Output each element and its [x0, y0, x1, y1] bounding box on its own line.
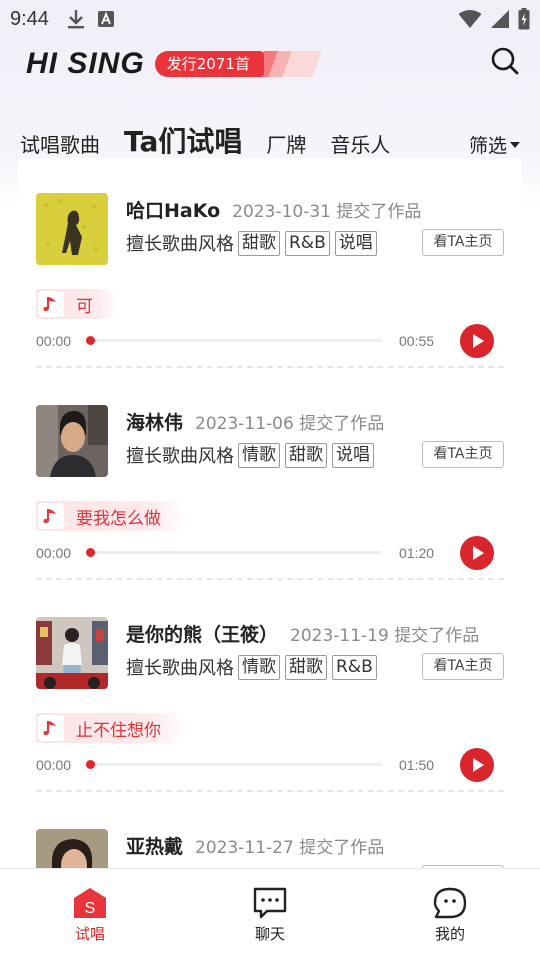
divider — [36, 790, 504, 792]
avatar[interactable] — [36, 405, 108, 477]
song-title: 可 — [76, 296, 93, 317]
time-current: 00:00 — [36, 333, 72, 349]
release-count-badge: 发行2071首 — [154, 51, 322, 77]
progress-slider[interactable] — [86, 336, 382, 345]
genre-row: 擅长歌曲风格 情歌 甜歌 说唱 — [126, 442, 379, 468]
user-name[interactable]: 是你的熊（王筱） 2023-11-19 提交了作品 — [126, 620, 479, 647]
nav-chat[interactable]: 聊天 — [180, 869, 360, 960]
time-total: 00:55 — [399, 333, 435, 349]
status-time: 9:44 — [10, 7, 49, 30]
filter-label: 筛选 — [468, 135, 507, 157]
genre-tag: 情歌 — [238, 442, 280, 468]
genre-tag: R&B — [285, 230, 330, 256]
genre-tag: 情歌 — [238, 654, 280, 680]
play-button[interactable] — [460, 324, 494, 358]
genre-tag: 说唱 — [332, 442, 374, 468]
nav-label: 聊天 — [254, 925, 285, 943]
music-note-icon — [38, 291, 64, 317]
play-button[interactable] — [460, 748, 494, 782]
progress-handle[interactable] — [86, 548, 95, 557]
search-button[interactable] — [490, 46, 520, 76]
genre-tag: R&B — [332, 654, 377, 680]
view-profile-button[interactable]: 看TA主页 — [422, 229, 504, 256]
song-chip[interactable]: 要我怎么做 — [36, 501, 187, 531]
genre-label: 擅长歌曲风格 — [126, 234, 234, 255]
time-total: 01:20 — [399, 545, 435, 561]
sing-s-icon: S — [74, 888, 106, 918]
top-tabs: 试唱歌曲 Ta们试唱 厂牌 音乐人 筛选 — [0, 118, 540, 166]
caret-down-icon — [510, 141, 520, 148]
genre-tag: 说唱 — [334, 230, 377, 256]
time-current: 00:00 — [36, 757, 72, 773]
submit-date: 2023-11-19 提交了作品 — [290, 626, 480, 646]
submit-date: 2023-10-31 提交了作品 — [232, 202, 422, 222]
avatar[interactable] — [36, 617, 108, 689]
view-profile-button[interactable]: 看TA主页 — [422, 653, 504, 680]
genre-label: 擅长歌曲风格 — [126, 658, 234, 679]
nav-label: 我的 — [434, 925, 465, 943]
song-chip[interactable]: 可 — [36, 289, 119, 319]
nav-mine[interactable]: 我的 — [360, 869, 540, 960]
app-notification-icon — [97, 11, 114, 27]
search-icon — [491, 47, 519, 75]
submission-card: 哈口HaKo 2023-10-31 提交了作品 擅长歌曲风格 甜歌 R&B 说唱 … — [18, 158, 522, 370]
release-count-label: 发行2071首 — [154, 51, 264, 77]
tab-they-sing[interactable]: Ta们试唱 — [124, 120, 243, 166]
song-title: 要我怎么做 — [76, 508, 161, 529]
progress-handle[interactable] — [86, 336, 95, 345]
profile-bubble-icon — [433, 887, 467, 919]
filter-button[interactable]: 筛选 — [469, 131, 520, 158]
nav-sing[interactable]: S 试唱 — [0, 869, 180, 960]
avatar[interactable] — [36, 829, 108, 868]
chat-bubble-icon — [253, 887, 287, 919]
music-note-icon — [38, 715, 64, 741]
genre-tag: 甜歌 — [285, 442, 327, 468]
play-button[interactable] — [460, 536, 494, 570]
submission-card: 是你的熊（王筱） 2023-11-19 提交了作品 擅长歌曲风格 情歌 甜歌 R&… — [18, 582, 522, 794]
divider — [36, 366, 504, 368]
download-icon — [67, 10, 84, 29]
genre-row: 擅长歌曲风格 情歌 甜歌 R&B — [126, 654, 382, 680]
music-note-icon — [38, 503, 64, 529]
bottom-navigation: S 试唱 聊天 我的 — [0, 868, 540, 960]
progress-slider[interactable] — [86, 760, 382, 769]
time-current: 00:00 — [36, 545, 72, 561]
divider — [36, 578, 504, 580]
song-title: 止不住想你 — [76, 720, 161, 741]
genre-tag: 甜歌 — [285, 654, 327, 680]
user-name[interactable]: 海林伟 2023-11-06 提交了作品 — [126, 408, 384, 435]
play-icon — [473, 758, 484, 772]
view-profile-button[interactable]: 看TA主页 — [422, 441, 504, 468]
genre-tag: 甜歌 — [238, 230, 280, 256]
header-brand: HI SING 发行2071首 — [26, 44, 322, 84]
app-logo: HI SING — [26, 47, 145, 80]
play-icon — [473, 546, 484, 560]
genre-label: 擅长歌曲风格 — [126, 446, 234, 467]
svg-text:S: S — [85, 900, 96, 917]
genre-row: 擅长歌曲风格 甜歌 R&B 说唱 — [126, 230, 382, 256]
battery-icon — [518, 8, 530, 30]
signal-icon — [491, 10, 509, 28]
submission-card: 海林伟 2023-11-06 提交了作品 擅长歌曲风格 情歌 甜歌 说唱 看TA主… — [18, 370, 522, 582]
progress-slider[interactable] — [86, 548, 382, 557]
user-name[interactable]: 亚热戴 2023-11-27 提交了作品 — [126, 832, 384, 859]
play-icon — [473, 334, 484, 348]
status-bar: 9:44 — [0, 0, 540, 38]
user-name[interactable]: 哈口HaKo 2023-10-31 提交了作品 — [126, 196, 421, 223]
time-total: 01:50 — [399, 757, 435, 773]
submission-card: 亚热戴 2023-11-27 提交了作品 — [18, 794, 522, 868]
wifi-icon — [458, 10, 482, 28]
song-chip[interactable]: 止不住想你 — [36, 713, 187, 743]
submit-date: 2023-11-06 提交了作品 — [195, 414, 385, 434]
avatar[interactable] — [36, 193, 108, 265]
submit-date: 2023-11-27 提交了作品 — [195, 838, 385, 858]
progress-handle[interactable] — [86, 760, 95, 769]
nav-label: 试唱 — [74, 925, 105, 943]
submission-list[interactable]: 哈口HaKo 2023-10-31 提交了作品 擅长歌曲风格 甜歌 R&B 说唱 … — [18, 158, 522, 868]
